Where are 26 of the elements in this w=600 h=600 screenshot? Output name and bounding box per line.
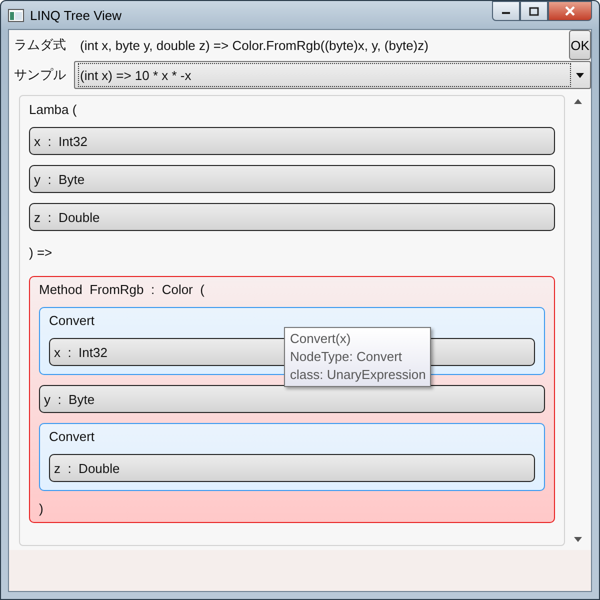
maximize-icon (529, 6, 539, 16)
node-header: Convert (49, 429, 96, 444)
node-header: Method FromRgb : Color ( (39, 282, 206, 297)
sample-dropdown[interactable]: (int x) => 10 * x * -x (74, 61, 591, 89)
node-header: Lamba ( (29, 102, 78, 117)
field-label: ラムダ式 (13, 36, 67, 54)
node-footer: ) (39, 501, 545, 516)
tooltip-line: NodeType: Convert (290, 348, 404, 366)
parameter-node[interactable]: y : Byte (29, 165, 555, 193)
maximize-button[interactable] (520, 1, 548, 21)
node-text: ) => (29, 245, 54, 260)
close-button[interactable] (548, 1, 592, 21)
node-header: Convert (49, 313, 96, 328)
close-icon (564, 6, 576, 16)
ok-button[interactable]: OK (569, 30, 591, 60)
scroll-up-icon[interactable] (574, 99, 582, 104)
parameter-node[interactable]: y : Byte (39, 385, 545, 413)
minimize-button[interactable] (492, 1, 520, 21)
app-icon (8, 8, 24, 22)
field-label: サンプル (13, 66, 67, 84)
convert-node[interactable]: Convert z : Double (39, 423, 545, 491)
scroll-down-icon[interactable] (574, 537, 582, 542)
parameter-node[interactable]: x : Int32 (29, 127, 555, 155)
window-title: LINQ Tree View (30, 8, 123, 22)
parameter-node[interactable]: z : Double (49, 454, 535, 482)
parameter-node[interactable]: z : Double (29, 203, 555, 231)
